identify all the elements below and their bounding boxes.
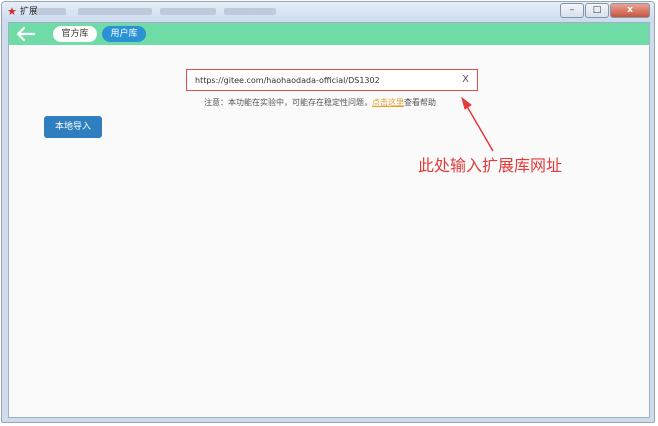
background-taskbar-item xyxy=(160,8,216,15)
window-controls: – □ x xyxy=(559,3,650,18)
maximize-button[interactable]: □ xyxy=(585,3,609,18)
main-content: 官方库 用户库 X 注意：本功能在实验中，可能存在稳定性问题，点击这里查看帮助 … xyxy=(8,22,650,418)
app-logo-icon: ★ xyxy=(7,5,17,18)
title-bar: ★ 扩展 – □ x xyxy=(2,2,654,22)
minimize-button[interactable]: – xyxy=(560,3,584,18)
annotation-callout: 此处输入扩展库网址 xyxy=(418,156,563,175)
close-button[interactable]: x xyxy=(610,3,650,18)
annotation-arrow xyxy=(461,96,494,152)
background-taskbar-item xyxy=(36,8,66,15)
background-taskbar-item xyxy=(78,8,152,15)
app-window: ★ 扩展 – □ x 官方库 用户库 X 注意：本功能在实验中，可能存在稳定性问 xyxy=(1,1,655,423)
background-taskbar-item xyxy=(224,8,276,15)
